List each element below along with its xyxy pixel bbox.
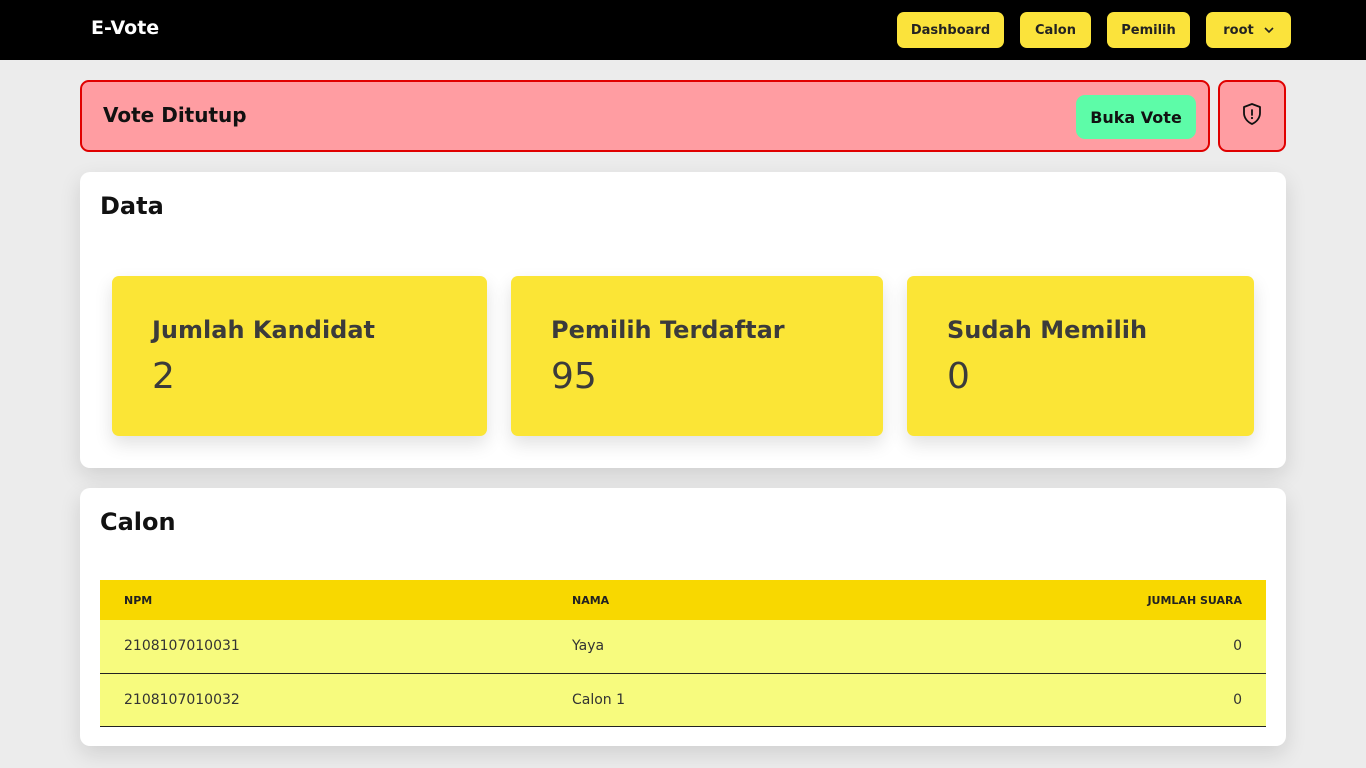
table-row: 2108107010032 Calon 1 0 xyxy=(100,673,1266,727)
column-header-nama: NAMA xyxy=(548,580,846,620)
vote-status-alert: Vote Ditutup Buka Vote xyxy=(80,80,1210,152)
stat-value: 0 xyxy=(947,356,970,397)
stat-label: Pemilih Terdaftar xyxy=(551,316,785,344)
user-menu-button[interactable]: root xyxy=(1206,12,1291,48)
security-button[interactable] xyxy=(1218,80,1286,152)
cell-npm: 2108107010032 xyxy=(100,673,548,727)
stat-value: 2 xyxy=(152,356,175,397)
shield-alert-icon xyxy=(1242,103,1262,129)
nav-dashboard-button[interactable]: Dashboard xyxy=(897,12,1004,48)
top-navbar: E-Vote Dashboard Calon Pemilih root xyxy=(0,0,1366,60)
cell-nama: Calon 1 xyxy=(548,673,846,727)
cell-jumlah-suara: 0 xyxy=(845,620,1266,674)
nav-calon-button[interactable]: Calon xyxy=(1020,12,1091,48)
cell-npm: 2108107010031 xyxy=(100,620,548,674)
table-header-row: NPM NAMA JUMLAH SUARA xyxy=(100,580,1266,620)
stat-jumlah-kandidat: Jumlah Kandidat 2 xyxy=(112,276,487,436)
open-vote-button[interactable]: Buka Vote xyxy=(1076,95,1196,139)
calon-card: Calon NPM NAMA JUMLAH SUARA 210810701003… xyxy=(80,488,1286,746)
stat-sudah-memilih: Sudah Memilih 0 xyxy=(907,276,1254,436)
column-header-jumlah-suara: JUMLAH SUARA xyxy=(845,580,1266,620)
data-section-title: Data xyxy=(100,192,164,220)
cell-jumlah-suara: 0 xyxy=(845,673,1266,727)
chevron-down-icon xyxy=(1264,24,1274,37)
column-header-npm: NPM xyxy=(100,580,548,620)
stat-label: Sudah Memilih xyxy=(947,316,1148,344)
brand-logo[interactable]: E-Vote xyxy=(91,17,159,39)
stat-pemilih-terdaftar: Pemilih Terdaftar 95 xyxy=(511,276,883,436)
cell-nama: Yaya xyxy=(548,620,846,674)
data-card: Data Jumlah Kandidat 2 Pemilih Terdaftar… xyxy=(80,172,1286,468)
user-menu-label: root xyxy=(1223,22,1254,38)
calon-table: NPM NAMA JUMLAH SUARA 2108107010031 Yaya… xyxy=(100,580,1266,727)
table-row: 2108107010031 Yaya 0 xyxy=(100,620,1266,674)
stat-value: 95 xyxy=(551,356,597,397)
calon-section-title: Calon xyxy=(100,508,176,536)
stat-label: Jumlah Kandidat xyxy=(152,316,376,344)
nav-pemilih-button[interactable]: Pemilih xyxy=(1107,12,1190,48)
vote-status-text: Vote Ditutup xyxy=(103,103,247,127)
